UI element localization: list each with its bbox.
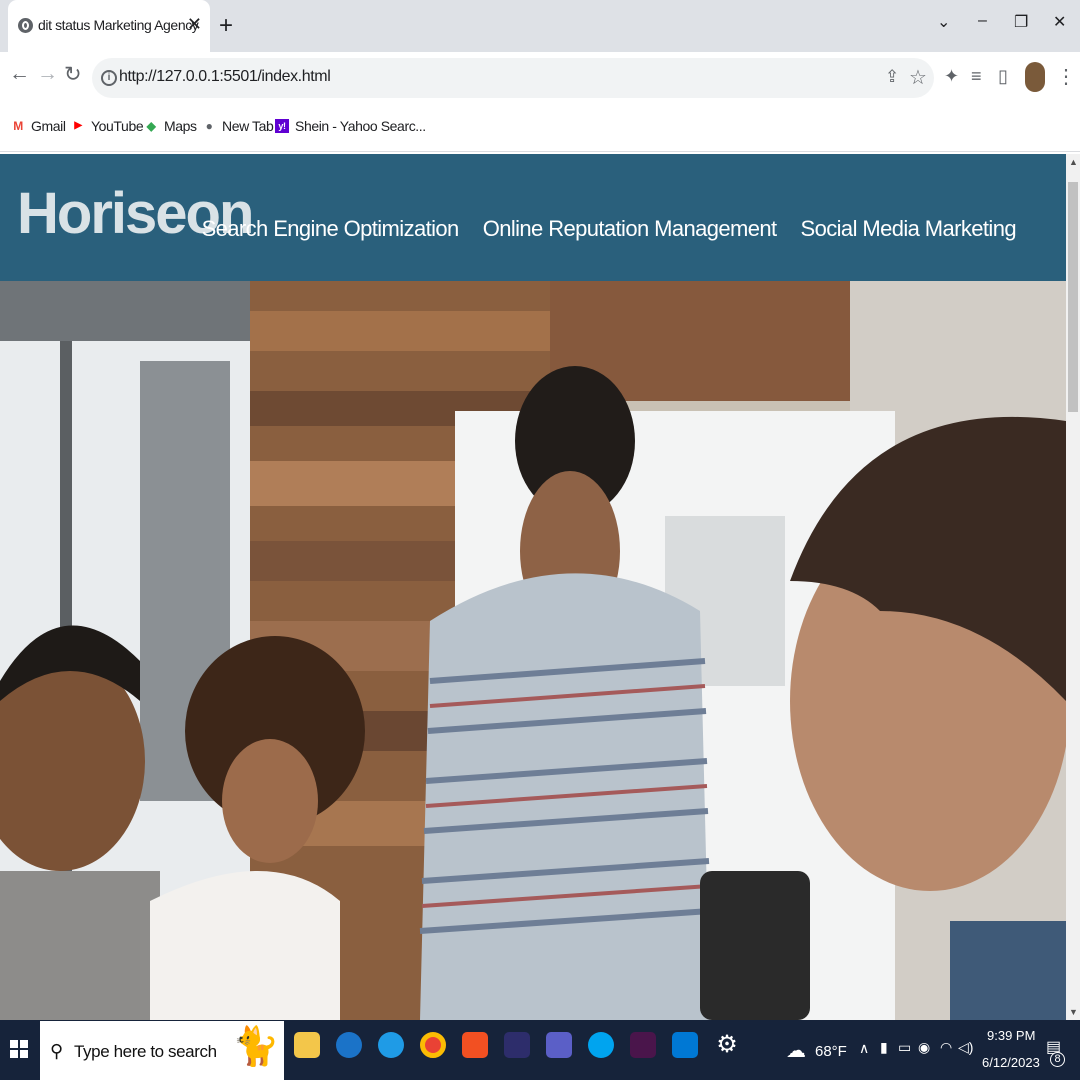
- bookmark-label: YouTube: [91, 118, 144, 134]
- bookmark-label: New Tab: [222, 118, 274, 134]
- taskbar-search-box[interactable]: ⚲ Type here to search 🐈: [40, 1021, 284, 1080]
- site-nav: Search Engine Optimization Online Reputa…: [202, 216, 1017, 242]
- weather-icon[interactable]: ☁: [786, 1038, 806, 1063]
- restore-button[interactable]: ❐: [1014, 12, 1028, 32]
- web-page: Horiseon Search Engine Optimization Onli…: [0, 154, 1066, 1020]
- window-close-button[interactable]: ✕: [1053, 12, 1066, 32]
- wifi-icon[interactable]: ◠: [940, 1039, 952, 1056]
- url-text[interactable]: http://127.0.0.1:5501/index.html: [119, 68, 331, 86]
- battery-icon[interactable]: ▭: [898, 1039, 911, 1056]
- tab-search-icon[interactable]: ⌄: [937, 12, 950, 32]
- browser-tab[interactable]: dit status Marketing Agency ✕: [8, 0, 210, 52]
- yahoo-icon: y!: [275, 119, 289, 133]
- search-icon: ⚲: [50, 1041, 64, 1061]
- tab-close-icon[interactable]: ✕: [187, 14, 202, 35]
- nav-link-reputation[interactable]: Online Reputation Management: [483, 216, 777, 242]
- gmail-icon: M: [13, 119, 23, 133]
- new-tab-button[interactable]: +: [219, 12, 233, 40]
- slack-icon[interactable]: [630, 1032, 656, 1058]
- page-scrollbar[interactable]: ▲ ▼: [1066, 154, 1080, 1020]
- file-explorer-icon[interactable]: [294, 1032, 320, 1058]
- search-placeholder: Type here to search: [74, 1042, 217, 1061]
- skype-icon[interactable]: [588, 1032, 614, 1058]
- vscode-icon[interactable]: [672, 1032, 698, 1058]
- tray-chevron-icon[interactable]: ∧: [859, 1040, 869, 1057]
- extensions-icon[interactable]: ✦: [944, 66, 959, 87]
- bookmark-shein-yahoo[interactable]: y! Shein - Yahoo Searc...: [275, 118, 426, 134]
- chrome-icon: ●: [205, 119, 213, 133]
- hero-photo: [0, 281, 1066, 1020]
- scroll-down-icon[interactable]: ▼: [1069, 1007, 1078, 1017]
- bookmark-label: Maps: [164, 118, 197, 134]
- nav-link-seo[interactable]: Search Engine Optimization: [202, 216, 460, 242]
- reading-list-icon[interactable]: ≡: [971, 66, 982, 87]
- nav-link-social-media[interactable]: Social Media Marketing: [801, 216, 1017, 242]
- reload-button[interactable]: ↻: [64, 62, 82, 87]
- bookmark-gmail[interactable]: M Gmail: [11, 118, 66, 134]
- minimize-button[interactable]: –: [978, 12, 987, 30]
- site-info-icon[interactable]: i: [101, 70, 117, 86]
- notification-count: 8: [1050, 1052, 1065, 1067]
- clock-time[interactable]: 9:39 PM: [987, 1028, 1035, 1043]
- youtube-icon: ▶: [74, 120, 82, 131]
- share-icon[interactable]: ⇪: [885, 67, 899, 87]
- scrollbar-thumb[interactable]: [1068, 182, 1078, 412]
- edge-icon[interactable]: [378, 1032, 404, 1058]
- hero-image: [0, 281, 1066, 1020]
- bookmark-label: Gmail: [31, 118, 66, 134]
- menu-kebab-icon[interactable]: ⋮: [1056, 64, 1076, 89]
- bookmark-label: Shein - Yahoo Searc...: [295, 118, 426, 134]
- bookmark-youtube[interactable]: ▶ YouTube: [71, 118, 143, 134]
- usb-icon[interactable]: ▮: [880, 1039, 888, 1056]
- address-bar[interactable]: i http://127.0.0.1:5501/index.html ⇪ ☆: [92, 58, 934, 98]
- globe-icon: [18, 18, 33, 33]
- site-header: Horiseon Search Engine Optimization Onli…: [0, 154, 1066, 281]
- forward-button[interactable]: →: [37, 62, 58, 86]
- scroll-up-icon[interactable]: ▲: [1069, 157, 1078, 167]
- weather-temp[interactable]: 68°F: [815, 1043, 847, 1060]
- back-button[interactable]: ←: [9, 62, 30, 86]
- store-icon[interactable]: [462, 1032, 488, 1058]
- bookmark-maps[interactable]: ◆ Maps: [144, 118, 197, 134]
- bookmark-new-tab[interactable]: ● New Tab: [202, 118, 274, 134]
- power-warning-icon[interactable]: ◉: [918, 1039, 930, 1056]
- copilot-app-icon[interactable]: [336, 1032, 362, 1058]
- profile-avatar[interactable]: [1025, 62, 1045, 92]
- windows-start-icon[interactable]: [10, 1040, 28, 1058]
- webex-icon[interactable]: [504, 1032, 530, 1058]
- settings-gear-icon[interactable]: ⚙: [714, 1032, 740, 1058]
- bookmark-star-icon[interactable]: ☆: [909, 65, 927, 90]
- teams-icon[interactable]: [546, 1032, 572, 1058]
- clock-date[interactable]: 6/12/2023: [982, 1055, 1040, 1070]
- cat-search-highlight-icon: 🐈: [232, 1026, 280, 1068]
- bookmarks-bar: M Gmail ▶ YouTube ◆ Maps ● New Tab y! Sh…: [0, 104, 1080, 152]
- side-panel-icon[interactable]: ▯: [998, 66, 1008, 87]
- maps-icon: ◆: [146, 119, 156, 133]
- tab-title: dit status Marketing Agency: [38, 17, 199, 33]
- volume-icon[interactable]: ◁): [958, 1039, 973, 1056]
- chrome-taskbar-icon[interactable]: [420, 1032, 446, 1058]
